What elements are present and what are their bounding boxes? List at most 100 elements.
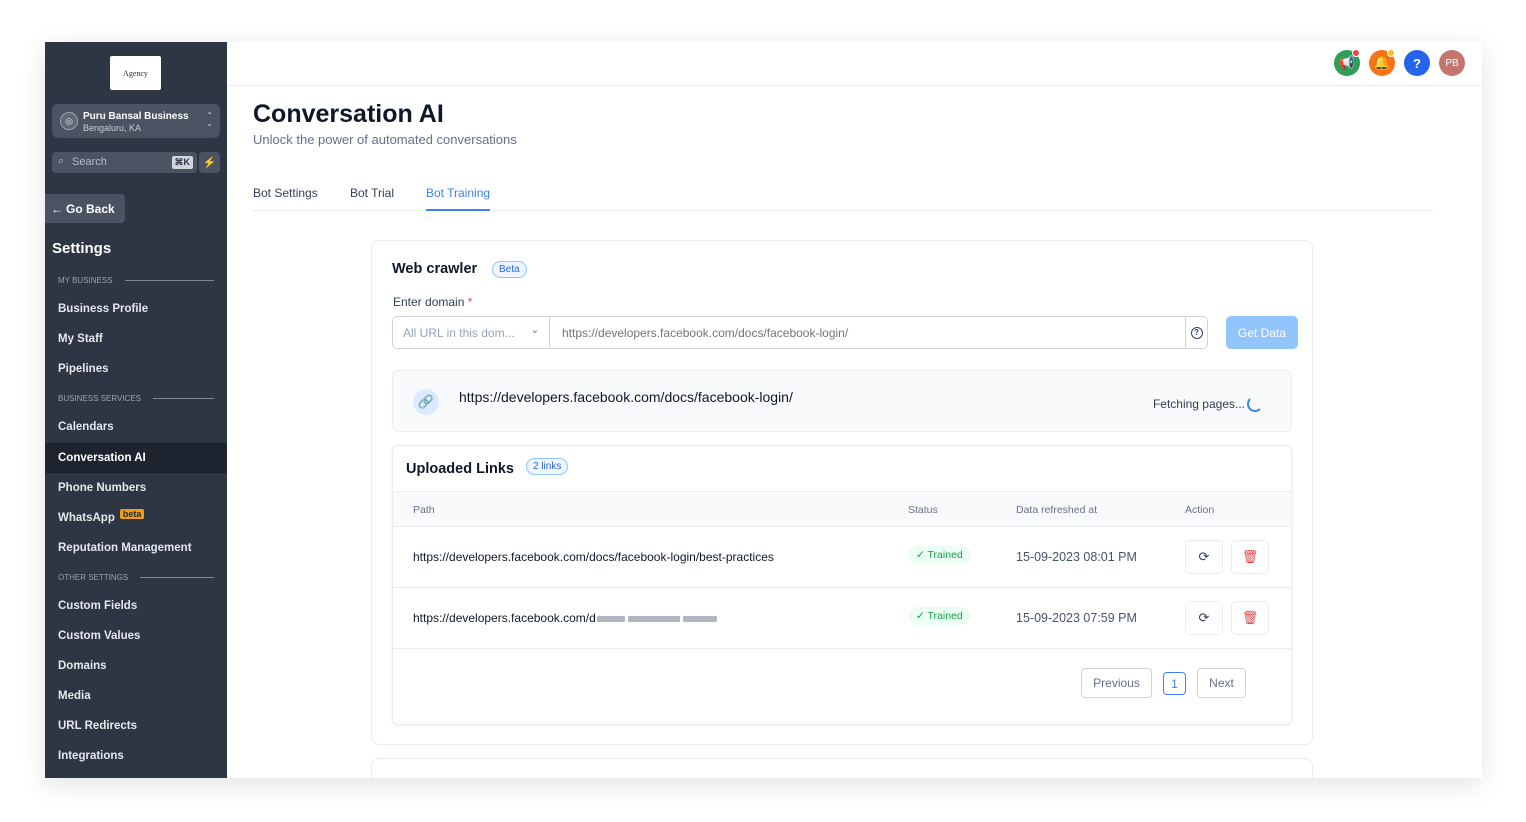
redacted-text <box>628 615 681 622</box>
bell-icon[interactable]: 🔔 <box>1369 49 1395 76</box>
location-icon: ◎ <box>60 112 78 130</box>
link-path: https://developers.facebook.com/docs/fac… <box>413 550 774 564</box>
sidebar-item-reputation-management[interactable]: Reputation Management <box>45 533 227 563</box>
table-header: Path Status Data refreshed at Action <box>393 491 1291 527</box>
column-action: Action <box>1185 504 1215 516</box>
link-path-text: https://developers.facebook.com/d <box>413 611 596 625</box>
sidebar-item-phone-numbers[interactable]: Phone Numbers <box>45 473 227 503</box>
sidebar-item-label: Domains <box>58 660 107 672</box>
settings-title: Settings <box>52 240 112 257</box>
sidebar-item-integrations[interactable]: Integrations <box>45 741 227 771</box>
go-back-label: Go Back <box>66 201 115 216</box>
refreshed-date: 15-09-2023 08:01 PM <box>1016 550 1137 564</box>
sidebar-item-label: Integrations <box>58 750 124 762</box>
redacted-text <box>596 615 625 622</box>
user-avatar[interactable]: PB <box>1439 50 1465 76</box>
table-row: https://developers.facebook.com/docs/fac… <box>393 527 1291 588</box>
notification-dot <box>1387 49 1395 57</box>
table-row: https://developers.facebook.com/d ✓ Trai… <box>393 588 1291 649</box>
column-status: Status <box>908 504 938 516</box>
previous-page-button[interactable]: Previous <box>1081 668 1152 698</box>
go-back-button[interactable]: ← Go Back <box>45 194 125 223</box>
account-switcher[interactable]: ◎ Puru Bansal Business Bengaluru, KA ⌃ ⌄ <box>52 104 220 138</box>
status-text: Trained <box>927 549 963 561</box>
section-label: BUSINESS SERVICES <box>58 394 141 403</box>
uploaded-links-title: Uploaded Links <box>406 461 514 477</box>
app-window: Agency ◎ Puru Bansal Business Bengaluru,… <box>45 42 1482 778</box>
sidebar-item-calendars[interactable]: Calendars <box>45 412 227 442</box>
sidebar: Agency ◎ Puru Bansal Business Bengaluru,… <box>45 42 227 778</box>
search-shortcut: ⌘K <box>171 156 193 169</box>
page-1-button[interactable]: 1 <box>1163 672 1186 695</box>
next-card <box>371 758 1313 778</box>
tab-bot-settings[interactable]: Bot Settings <box>253 186 318 211</box>
page-title: Conversation AI <box>253 100 444 128</box>
sidebar-item-pipelines[interactable]: Pipelines <box>45 354 227 384</box>
sidebar-item-label: Phone Numbers <box>58 482 147 494</box>
fetching-url: https://developers.facebook.com/docs/fac… <box>459 389 793 405</box>
fetching-status-text: Fetching pages... <box>1152 397 1245 411</box>
section-my-business: MY BUSINESS <box>58 276 214 285</box>
megaphone-icon[interactable]: 📢 <box>1334 49 1360 76</box>
sidebar-item-media[interactable]: Media <box>45 681 227 711</box>
sidebar-item-label: Custom Values <box>58 630 141 642</box>
next-page-button[interactable]: Next <box>1197 668 1246 698</box>
uploaded-links-panel: Uploaded Links 2 links Path Status Data … <box>392 445 1292 725</box>
status-badge: ✓ Trained <box>908 607 971 625</box>
refresh-button[interactable]: ⟳ <box>1185 540 1223 574</box>
domain-url-input[interactable] <box>551 317 1187 348</box>
notification-dot <box>1352 49 1360 57</box>
crawl-scope-value: All URL in this dom... <box>403 326 515 340</box>
main-content: Conversation AI Unlock the power of auto… <box>227 86 1482 778</box>
tab-bot-trial[interactable]: Bot Trial <box>350 186 394 211</box>
delete-button[interactable]: 🗑 <box>1231 601 1269 635</box>
logo-text: Agency <box>123 68 148 78</box>
column-refreshed: Data refreshed at <box>1016 504 1098 516</box>
status-text: Trained <box>927 610 963 622</box>
quick-action-bolt-icon[interactable]: ⚡ <box>199 152 220 173</box>
top-bar: 📢 🔔 ? PB <box>227 42 1482 86</box>
web-crawler-title: Web crawler <box>392 261 478 277</box>
link-icon: 🔗 <box>413 389 439 415</box>
search-box[interactable]: ⌕ Search ⌘K <box>52 152 197 173</box>
delete-button[interactable]: 🗑 <box>1231 540 1269 574</box>
beta-badge: beta <box>119 509 145 519</box>
refresh-button[interactable]: ⟳ <box>1185 601 1223 635</box>
search-label: Search <box>72 156 107 168</box>
chevron-down-icon: ⌄ <box>530 325 539 336</box>
sidebar-item-label: Media <box>58 690 91 702</box>
fetching-status-panel: 🔗 https://developers.facebook.com/docs/f… <box>392 370 1292 432</box>
column-path: Path <box>413 504 435 516</box>
refresh-icon: ⟳ <box>1198 549 1210 564</box>
sidebar-item-domains[interactable]: Domains <box>45 651 227 681</box>
sidebar-item-label: Calendars <box>58 421 114 433</box>
crawl-scope-select[interactable]: All URL in this dom... ⌄ <box>393 317 550 348</box>
sidebar-item-business-profile[interactable]: Business Profile <box>45 294 227 324</box>
sidebar-item-whatsapp[interactable]: WhatsApp beta <box>45 503 227 533</box>
chevron-updown-icon: ⌃ ⌄ <box>206 111 213 128</box>
sidebar-item-custom-values[interactable]: Custom Values <box>45 621 227 651</box>
sidebar-item-label: My Staff <box>58 333 103 345</box>
status-badge: ✓ Trained <box>908 546 971 564</box>
sidebar-item-custom-fields[interactable]: Custom Fields <box>45 591 227 621</box>
sidebar-item-label: Conversation AI <box>58 452 146 464</box>
section-label: OTHER SETTINGS <box>58 573 129 582</box>
help-icon[interactable]: ? <box>1404 50 1430 76</box>
url-help-button[interactable]: ? <box>1185 317 1207 348</box>
section-divider <box>124 280 214 281</box>
agency-logo[interactable]: Agency <box>110 56 161 90</box>
sidebar-item-conversation-ai[interactable]: Conversation AI <box>45 443 227 473</box>
sidebar-item-label: Business Profile <box>58 303 149 315</box>
link-path: https://developers.facebook.com/d <box>413 611 718 625</box>
account-name: Puru Bansal Business <box>83 111 189 122</box>
beta-badge: Beta <box>492 261 527 278</box>
domain-input-group: All URL in this dom... ⌄ ? <box>392 316 1208 349</box>
section-other-settings: OTHER SETTINGS <box>58 573 214 582</box>
domain-field-label: Enter domain * <box>393 295 472 309</box>
loading-spinner-icon <box>1247 396 1263 412</box>
get-data-button[interactable]: Get Data <box>1226 316 1298 349</box>
sidebar-item-my-staff[interactable]: My Staff <box>45 324 227 354</box>
search-icon: ⌕ <box>58 155 65 167</box>
tab-bot-training[interactable]: Bot Training <box>426 186 491 211</box>
sidebar-item-url-redirects[interactable]: URL Redirects <box>45 711 227 741</box>
